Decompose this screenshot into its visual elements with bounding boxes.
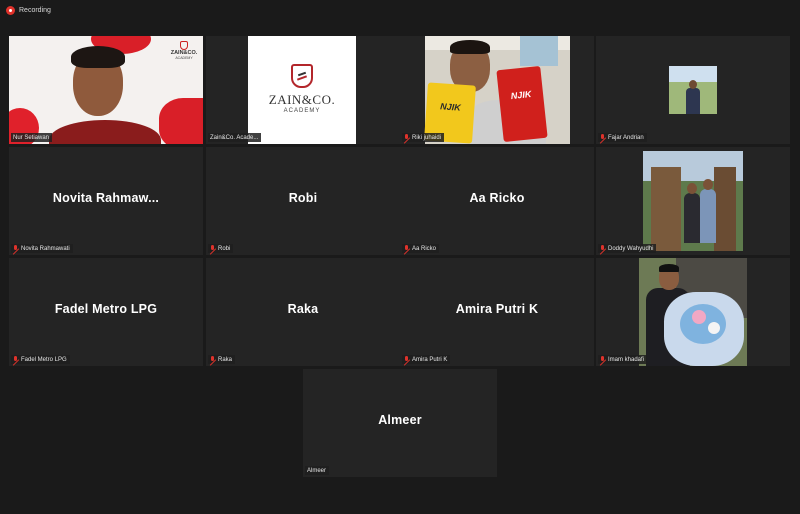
wooden-gate — [714, 167, 736, 251]
recording-icon — [6, 5, 15, 15]
muted-mic-icon — [13, 356, 19, 363]
video-tile-zainco-academy[interactable]: ZAIN&CO. ACADEMY Zain&Co. Acade... — [206, 36, 400, 144]
person-body — [700, 189, 716, 243]
video-tile-raka[interactable]: Raka Raka — [206, 258, 400, 366]
participant-nametag: Nur Setiawan — [11, 133, 53, 142]
flower — [708, 322, 720, 334]
wooden-gate — [651, 167, 681, 251]
person-hair — [450, 40, 490, 54]
zainco-logo-small: ZAIN&CO. ACADEMY — [167, 41, 201, 67]
participant-display-name: Raka — [287, 302, 319, 316]
participant-nametag: Novita Rahmawati — [11, 244, 73, 253]
video-tile-robi[interactable]: Robi Robi — [206, 147, 400, 255]
participant-nametag: Almeer — [305, 466, 330, 475]
top-bar: Recording — [0, 0, 800, 20]
muted-mic-icon — [210, 245, 216, 252]
muted-mic-icon — [404, 356, 410, 363]
video-tile-almeer[interactable]: Almeer Almeer — [303, 369, 497, 477]
video-tile-aa-ricko[interactable]: Aa Ricko Aa Ricko — [400, 147, 594, 255]
participant-nametag: Amira Putri K — [402, 355, 451, 364]
muted-mic-icon — [404, 134, 410, 141]
muted-mic-icon — [404, 245, 410, 252]
recording-label: Recording — [19, 6, 51, 14]
participant-nametag: Fadel Metro LPG — [11, 355, 70, 364]
person-body — [684, 193, 700, 243]
participant-nametag: Doddy Wahyudhi — [598, 244, 657, 253]
flower — [692, 310, 706, 324]
shield-icon — [291, 64, 313, 88]
participant-nametag: Fajar Andrian — [598, 133, 647, 142]
participant-display-name: Amira Putri K — [455, 302, 539, 316]
muted-mic-icon — [600, 356, 606, 363]
snack-package: NJIK — [496, 65, 548, 143]
video-tile-riki-juhaidi[interactable]: NJIK NJIK Riki juhaidi — [400, 36, 594, 144]
muted-mic-icon — [210, 356, 216, 363]
participant-display-name: Aa Ricko — [469, 191, 525, 205]
participant-nametag: Aa Ricko — [402, 244, 440, 253]
person-head — [687, 183, 697, 194]
participant-nametag: Imam khadafi — [598, 355, 648, 364]
muted-mic-icon — [600, 245, 606, 252]
participant-nametag: Robi — [208, 244, 234, 253]
participant-display-name: Robi — [288, 191, 318, 205]
video-tile-fadel-metro-lpg[interactable]: Fadel Metro LPG Fadel Metro LPG — [9, 258, 203, 366]
window — [520, 36, 558, 66]
person-body — [686, 88, 700, 114]
zainco-logo: ZAIN&CO. ACADEMY — [248, 64, 356, 134]
participant-nametag: Riki juhaidi — [402, 133, 445, 142]
participant-display-name: Almeer — [378, 413, 422, 427]
person-cap — [659, 264, 679, 272]
person-hair — [71, 46, 125, 68]
background-shape — [159, 98, 203, 144]
participant-display-name: Fadel Metro LPG — [54, 302, 158, 316]
video-tile-fajar-andrian[interactable]: Fajar Andrian — [596, 36, 790, 144]
video-tile-imam-khadafi[interactable]: Imam khadafi — [596, 258, 790, 366]
video-tile-doddy-wahyudhi[interactable]: Doddy Wahyudhi — [596, 147, 790, 255]
muted-mic-icon — [600, 134, 606, 141]
person-head — [703, 179, 713, 190]
participant-display-name: Novita Rahmaw... — [52, 191, 160, 205]
person-head — [689, 80, 697, 89]
video-tile-novita-rahmawati[interactable]: Novita Rahmaw... Novita Rahmawati — [9, 147, 203, 255]
participant-nametag: Zain&Co. Acade... — [208, 133, 262, 142]
participant-nametag: Raka — [208, 355, 236, 364]
video-tile-nur-setiawan[interactable]: ZAIN&CO. ACADEMY Nur Setiawan — [9, 36, 203, 144]
muted-mic-icon — [13, 245, 19, 252]
video-tile-amira-putri-k[interactable]: Amira Putri K Amira Putri K — [400, 258, 594, 366]
recording-indicator[interactable]: Recording — [6, 5, 51, 15]
